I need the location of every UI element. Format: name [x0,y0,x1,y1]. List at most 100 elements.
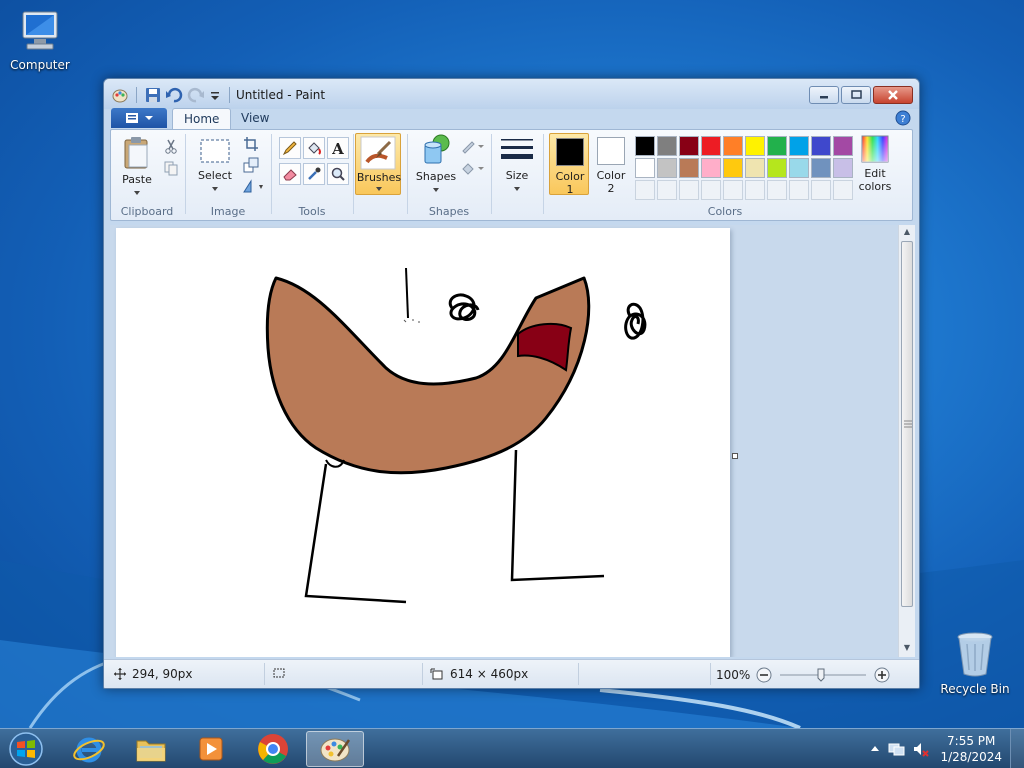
computer-desktop-icon[interactable]: Computer [0,10,80,72]
palette-swatch[interactable] [635,136,655,156]
redo-icon[interactable] [187,87,205,103]
taskbar-internet-explorer[interactable] [60,731,118,767]
palette-swatch-empty[interactable] [745,180,765,200]
palette-swatch[interactable] [635,158,655,178]
pencil-tool[interactable] [279,137,301,159]
outline-button[interactable] [459,136,487,156]
zoom-out-icon[interactable] [756,667,772,683]
internet-explorer-icon [73,737,105,763]
palette-swatch[interactable] [811,136,831,156]
canvas-resize-handle[interactable] [732,453,738,459]
tab-view[interactable]: View [230,108,280,129]
palette-swatch[interactable] [723,136,743,156]
maximize-button[interactable] [841,86,871,104]
palette-swatch[interactable] [745,158,765,178]
copy-button[interactable] [161,158,181,178]
scroll-up-arrow[interactable]: ▲ [902,227,912,237]
minimize-button[interactable] [809,86,839,104]
undo-icon[interactable] [165,87,183,103]
zoom-in-icon[interactable] [874,667,890,683]
color1-number: 1 [566,183,574,196]
file-menu-button[interactable] [111,108,167,128]
fill-bucket-icon [462,163,484,175]
taskbar-file-explorer[interactable] [122,731,180,767]
magnifier-tool[interactable] [327,163,349,185]
palette-swatch[interactable] [789,158,809,178]
recycle-bin-desktop-icon[interactable]: Recycle Bin [935,630,1015,696]
close-button[interactable] [873,86,913,104]
taskbar-media-player[interactable] [182,731,240,767]
fill-button[interactable] [459,158,487,178]
palette-swatch[interactable] [723,158,743,178]
chrome-icon [258,734,288,764]
palette-swatch-empty[interactable] [701,180,721,200]
palette-swatch-empty[interactable] [811,180,831,200]
palette-swatch[interactable] [679,136,699,156]
start-button[interactable] [6,731,46,767]
drawing-canvas[interactable] [116,228,730,657]
face-shape [265,276,591,475]
canvas-size-icon [430,668,443,680]
palette-swatch-empty[interactable] [789,180,809,200]
save-icon[interactable] [145,87,161,103]
stroke-right-leg [510,449,605,582]
scroll-thumb[interactable] [901,241,913,607]
tab-home[interactable]: Home [172,108,232,129]
palette-swatch[interactable] [767,158,787,178]
rotate-button[interactable] [241,176,267,196]
zoom-slider[interactable] [778,667,868,683]
palette-swatch[interactable] [745,136,765,156]
network-icon[interactable] [888,741,906,757]
clock[interactable]: 7:55 PM 1/28/2024 [940,733,1002,765]
palette-swatch-empty[interactable] [635,180,655,200]
palette-swatch-empty[interactable] [833,180,853,200]
color1-button[interactable]: Color 1 [549,133,589,196]
edit-colors-button[interactable]: Edit colors [855,134,895,193]
size-button[interactable]: Size [495,136,539,195]
select-button[interactable]: Select [191,136,239,195]
resize-button[interactable] [241,155,261,175]
crop-button[interactable] [241,134,261,154]
palette-swatch[interactable] [811,158,831,178]
palette-swatch[interactable] [833,136,853,156]
paste-button[interactable]: Paste [117,136,157,199]
scroll-down-arrow[interactable]: ▼ [902,643,912,653]
color-picker-tool[interactable] [303,163,325,185]
palette-swatch[interactable] [833,158,853,178]
help-icon[interactable]: ? [895,110,911,126]
volume-muted-icon[interactable] [912,741,930,757]
palette-swatch-empty[interactable] [657,180,677,200]
palette-swatch-empty[interactable] [723,180,743,200]
quick-access-toolbar [112,86,234,104]
show-hidden-icons-icon[interactable] [870,744,880,754]
vertical-scrollbar[interactable]: ▲ ▼ [898,225,915,657]
show-desktop-button[interactable] [1010,729,1024,768]
palette-swatch[interactable] [767,136,787,156]
title-bar[interactable]: Untitled - Paint [104,79,919,109]
palette-swatch[interactable] [657,158,677,178]
eraser-tool[interactable] [279,163,301,185]
palette-swatch[interactable] [701,136,721,156]
taskbar-chrome[interactable] [244,731,302,767]
chevron-down-icon [134,191,140,195]
brushes-button[interactable]: Brushes [355,133,401,195]
paint-icon [320,738,351,762]
text-tool[interactable]: A [327,137,349,159]
fill-tool[interactable] [303,137,325,159]
palette-swatch-empty[interactable] [679,180,699,200]
palette-swatch[interactable] [679,158,699,178]
shapes-button[interactable]: Shapes [413,133,459,196]
clock-time: 7:55 PM [947,734,996,748]
palette-swatch[interactable] [657,136,677,156]
color2-button[interactable]: Color 2 [591,133,631,195]
cut-button[interactable] [161,136,181,156]
line-size-icon [501,139,533,159]
paint-app-icon[interactable] [112,87,128,103]
customize-toolbar-icon[interactable] [209,87,221,103]
palette-swatch[interactable] [789,136,809,156]
restore-icon [851,90,862,99]
taskbar-paint[interactable] [306,731,364,767]
rainbow-palette-icon [861,135,889,163]
palette-swatch-empty[interactable] [767,180,787,200]
palette-swatch[interactable] [701,158,721,178]
